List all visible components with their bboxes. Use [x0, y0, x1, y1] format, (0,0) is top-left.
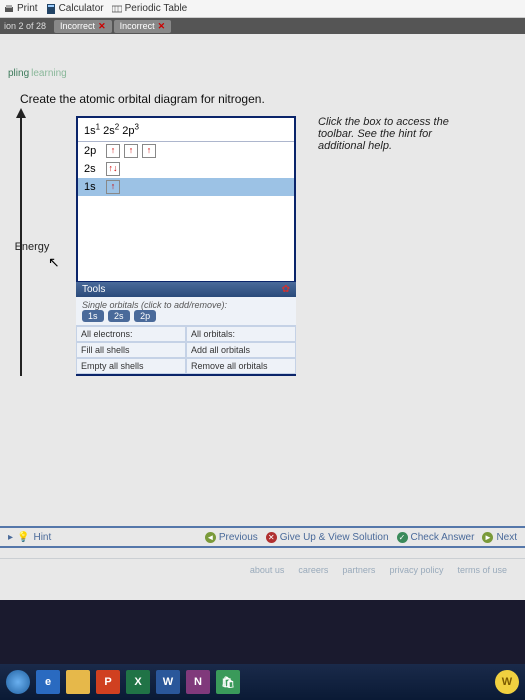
energy-label: Energy — [15, 241, 50, 253]
orbital-cell[interactable]: ↑ — [124, 144, 138, 158]
remove-all-button[interactable]: Remove all orbitals — [186, 358, 296, 374]
calculator-icon — [46, 4, 56, 14]
excel-icon[interactable]: X — [126, 670, 150, 694]
orbital-row-2p[interactable]: 2p ↑ ↑ ↑ — [78, 142, 294, 160]
footer-about[interactable]: about us — [250, 565, 285, 575]
footer-partners[interactable]: partners — [342, 565, 375, 575]
empty-all-button[interactable]: Empty all shells — [76, 358, 186, 374]
caret-right-icon: ▸ — [8, 532, 13, 543]
footer-terms[interactable]: terms of use — [457, 565, 507, 575]
hint-icon: 💡 — [17, 532, 29, 543]
attempt-2-badge: Incorrect✕ — [114, 20, 172, 33]
w-badge-icon[interactable]: W — [495, 670, 519, 694]
onenote-icon[interactable]: N — [186, 670, 210, 694]
instruction-text: Click the box to access the toolbar. See… — [318, 116, 478, 152]
windows-taskbar: e P X W N 🛍 W — [0, 664, 525, 700]
question-status-bar: ion 2 of 28 Incorrect✕ Incorrect✕ — [0, 18, 525, 34]
bottom-nav-bar: ▸ 💡 Hint ◄Previous ✕Give Up & View Solut… — [0, 526, 525, 548]
powerpoint-icon[interactable]: P — [96, 670, 120, 694]
word-icon[interactable]: W — [156, 670, 180, 694]
orbital-cell[interactable]: ↑ — [106, 180, 120, 194]
add-all-button[interactable]: Add all orbitals — [186, 342, 296, 358]
all-electrons-header: All electrons: — [76, 326, 186, 342]
all-orbitals-header: All orbitals: — [186, 326, 296, 342]
print-icon — [4, 4, 14, 14]
orbital-row-1s[interactable]: 1s ↑ — [78, 178, 294, 196]
footer-links: about us careers partners privacy policy… — [0, 558, 525, 580]
next-icon: ► — [482, 532, 493, 543]
start-button[interactable] — [6, 670, 30, 694]
electron-config: 1s1 2s2 2p3 — [78, 118, 294, 142]
brand-part1: pling — [8, 68, 29, 79]
orbital-diagram-box[interactable]: 1s1 2s2 2p3 2p ↑ ↑ ↑ 2s ↑↓ 1s ↑ T — [76, 116, 296, 376]
orbital-label-2s: 2s — [84, 163, 102, 175]
footer-careers[interactable]: careers — [298, 565, 328, 575]
orbital-cell[interactable]: ↑ — [142, 144, 156, 158]
tools-header: Tools ✿ — [76, 282, 296, 297]
check-answer-button[interactable]: ✓Check Answer — [397, 532, 475, 543]
top-toolbar: Print Calculator Periodic Table — [0, 0, 525, 18]
tool-action-grid: All electrons: All orbitals: Fill all sh… — [76, 326, 296, 374]
orbital-cell[interactable]: ↑ — [106, 144, 120, 158]
gear-icon[interactable]: ✿ — [282, 284, 290, 295]
tools-panel: Tools ✿ Single orbitals (click to add/re… — [76, 281, 296, 374]
tools-title: Tools — [82, 284, 105, 295]
store-icon[interactable]: 🛍 — [216, 670, 240, 694]
orbital-label-1s: 1s — [84, 181, 102, 193]
periodic-label: Periodic Table — [125, 3, 188, 14]
attempt-1-badge: Incorrect✕ — [54, 20, 112, 33]
hint-button[interactable]: Hint — [33, 532, 51, 543]
question-prompt: Create the atomic orbital diagram for ni… — [20, 92, 509, 106]
giveup-icon: ✕ — [266, 532, 277, 543]
brand-bar: pling learning — [0, 64, 525, 82]
next-button[interactable]: ►Next — [482, 532, 517, 543]
single-orbitals-title: Single orbitals (click to add/remove): — [82, 300, 290, 310]
x-icon: ✕ — [158, 21, 166, 32]
periodic-table-icon — [112, 4, 122, 14]
footer-privacy[interactable]: privacy policy — [389, 565, 443, 575]
give-up-button[interactable]: ✕Give Up & View Solution — [266, 532, 389, 543]
orbital-pill-2s[interactable]: 2s — [108, 310, 130, 322]
brand-part2: learning — [31, 68, 67, 79]
orbital-pill-2p[interactable]: 2p — [134, 310, 156, 322]
config-text: 1s1 2s2 2p3 — [84, 125, 139, 137]
check-icon: ✓ — [397, 532, 408, 543]
single-orbitals-section: Single orbitals (click to add/remove): 1… — [76, 297, 296, 326]
explorer-icon[interactable] — [66, 670, 90, 694]
orbital-row-2s[interactable]: 2s ↑↓ — [78, 160, 294, 178]
print-label: Print — [17, 3, 38, 14]
calculator-label: Calculator — [59, 3, 104, 14]
orbital-pill-1s[interactable]: 1s — [82, 310, 104, 322]
previous-button[interactable]: ◄Previous — [205, 532, 258, 543]
x-icon: ✕ — [98, 21, 106, 32]
prev-icon: ◄ — [205, 532, 216, 543]
fill-all-button[interactable]: Fill all shells — [76, 342, 186, 358]
orbital-label-2p: 2p — [84, 145, 102, 157]
question-counter: ion 2 of 28 — [4, 21, 46, 31]
ie-icon[interactable]: e — [36, 670, 60, 694]
periodic-table-button[interactable]: Periodic Table — [112, 3, 188, 14]
print-button[interactable]: Print — [4, 3, 38, 14]
orbital-cell[interactable]: ↑↓ — [106, 162, 120, 176]
calculator-button[interactable]: Calculator — [46, 3, 104, 14]
